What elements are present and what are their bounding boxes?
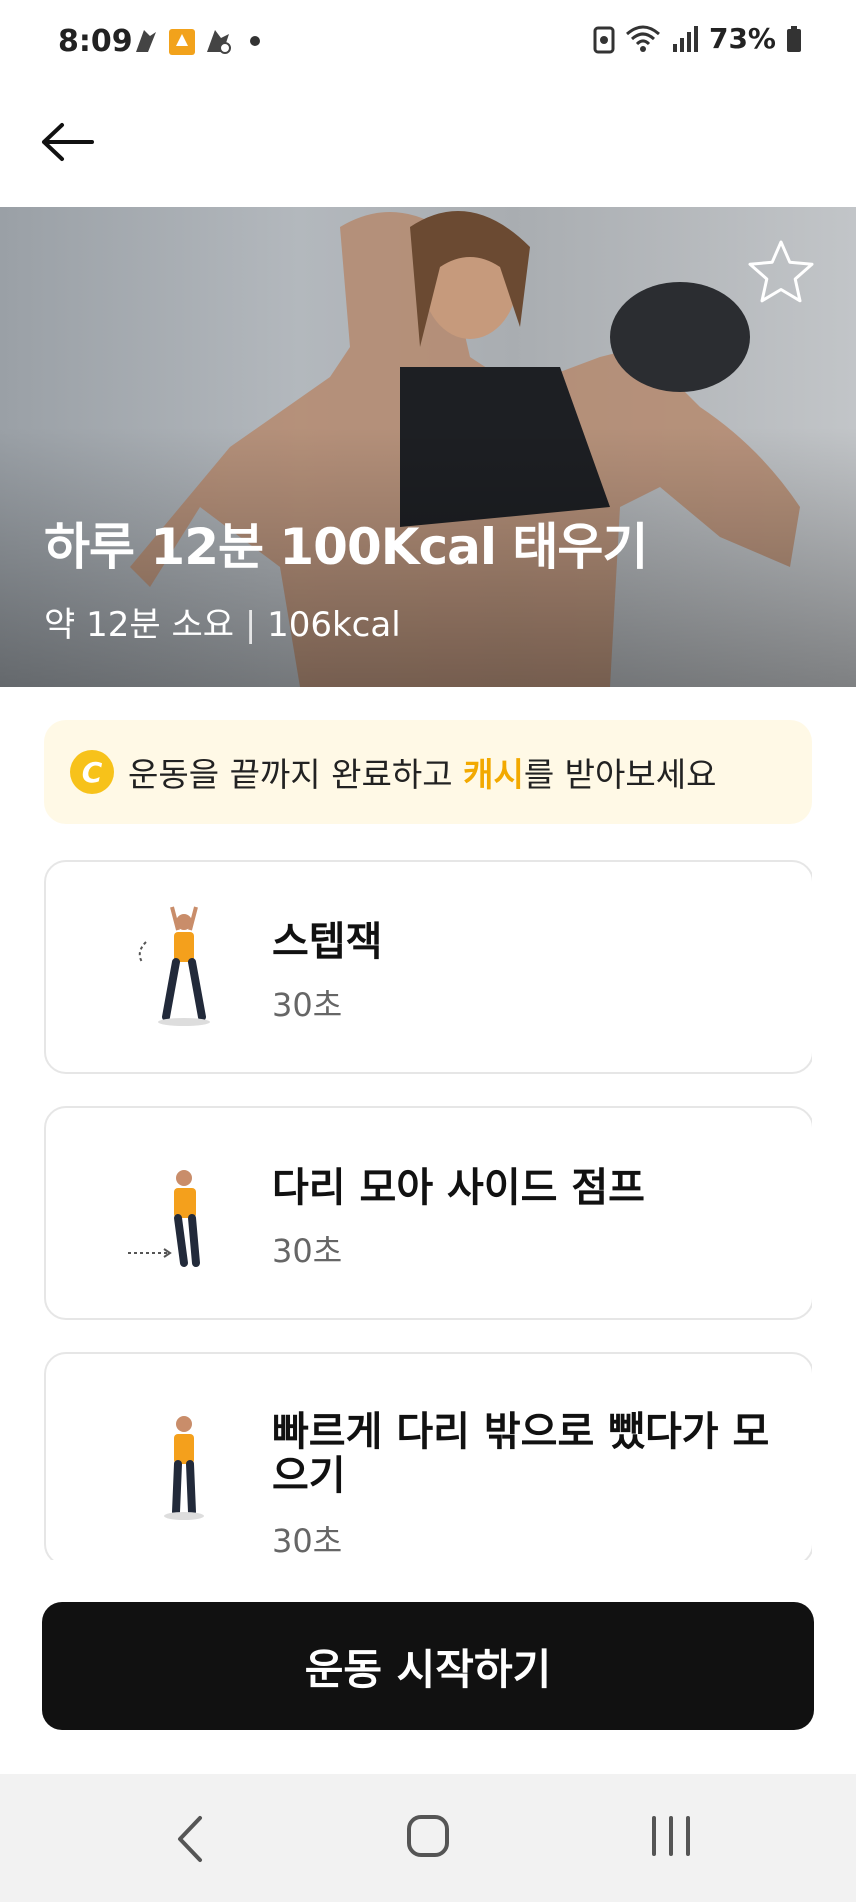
cash-text-after: 를 받아보세요 [523, 755, 717, 794]
system-nav-bar [0, 1774, 856, 1902]
notification-icons [132, 26, 260, 56]
favorite-button[interactable] [746, 237, 816, 307]
status-time: 8:09 [58, 24, 133, 59]
battery-percent: 73% [708, 22, 776, 55]
exercise-list[interactable]: 스텝잭 30초 다리 모아 사이드 점프 30초 빠르게 다리 밖으로 뺐다가 … [44, 860, 812, 1560]
app-notification-icon [136, 30, 156, 52]
exercise-thumbnail [164, 1416, 204, 1520]
exercise-card[interactable]: 스텝잭 30초 [44, 860, 812, 1074]
back-button[interactable] [40, 112, 120, 172]
workout-meta: 약 12분 소요 | 106kcal [44, 597, 401, 646]
exercise-duration: 30초 [272, 1232, 343, 1270]
exercise-name: 다리 모아 사이드 점프 [272, 1165, 645, 1211]
system-status: 73% [593, 22, 802, 55]
battery-saver-icon [593, 26, 615, 53]
start-workout-button[interactable]: 운동 시작하기 [42, 1602, 814, 1730]
exercise-name: 스텝잭 [272, 919, 383, 965]
cash-text-before: 운동을 끝까지 완료하고 [128, 755, 464, 794]
signal-icon [672, 25, 698, 52]
cash-reward-banner: C 운동을 끝까지 완료하고 캐시를 받아보세요 [44, 720, 812, 824]
battery-icon [787, 25, 801, 52]
nav-recent-apps-icon[interactable] [646, 1814, 696, 1858]
exercise-duration: 30초 [272, 1522, 343, 1560]
workout-calories: 106kcal [267, 605, 401, 645]
exercise-name: 빠르게 다리 밖으로 뺐다가 모으기 [272, 1409, 770, 1499]
cash-accent: 캐시 [463, 755, 524, 794]
workout-duration: 약 12분 소요 [44, 605, 234, 645]
star-outline-icon [748, 240, 814, 303]
app-notification-icon [169, 29, 195, 55]
cash-banner-text: 운동을 끝까지 완료하고 캐시를 받아보세요 [128, 748, 716, 796]
arrow-left-icon [42, 123, 94, 161]
workout-title: 하루 12분 100Kcal 태우기 [44, 518, 648, 576]
app-notification-icon [207, 30, 231, 54]
cash-coin-icon: C [70, 750, 114, 794]
exercise-duration: 30초 [272, 986, 343, 1024]
exercise-thumbnail [138, 906, 210, 1026]
exercise-card[interactable]: 빠르게 다리 밖으로 뺐다가 모으기 30초 [44, 1352, 812, 1560]
hero-banner: 하루 12분 100Kcal 태우기 약 12분 소요 | 106kcal [0, 207, 856, 687]
exercise-thumbnail [128, 1170, 200, 1267]
more-notifications-dot-icon [250, 36, 260, 46]
nav-back-icon[interactable] [170, 1814, 210, 1864]
nav-home-icon[interactable] [406, 1814, 450, 1858]
status-bar: 8:09 73% [0, 0, 856, 90]
wifi-icon [625, 25, 660, 52]
exercise-card[interactable]: 다리 모아 사이드 점프 30초 [44, 1106, 812, 1320]
meta-separator: | [244, 605, 257, 645]
